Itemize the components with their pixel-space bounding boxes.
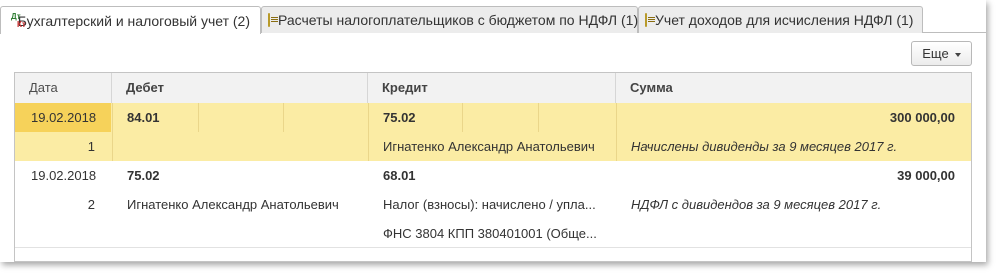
tab-bar: Дт Кт Бухгалтерский и налоговый учет (2)… (0, 0, 986, 34)
tab-accounting[interactable]: Дт Кт Бухгалтерский и налоговый учет (2) (0, 6, 261, 34)
entry-date[interactable]: 19.02.2018 (31, 161, 109, 190)
column-header-debit[interactable]: Дебет (112, 73, 368, 103)
credit-subconto-1[interactable]: Игнатенко Александр Анатольевич (383, 132, 611, 161)
register-doc-icon (268, 13, 278, 27)
register-movements-window: Дт Кт Бухгалтерский и налоговый учет (2)… (0, 0, 986, 262)
register-doc-icon (645, 13, 655, 27)
credit-account[interactable]: 68.01 (383, 161, 461, 190)
entry-line-number[interactable]: 2 (31, 190, 95, 219)
tab-label: Бухгалтерский и налоговый учет (2) (17, 12, 250, 29)
column-header-date[interactable]: Дата (15, 73, 112, 103)
entry-line-number[interactable]: 1 (31, 132, 95, 161)
credit-subconto-1[interactable]: Налог (взносы): начислено / упла... (383, 190, 611, 219)
entry-content[interactable]: НДФЛ с дивидендов за 9 месяцев 2017 г. (631, 190, 961, 219)
entry-content[interactable]: Начислены дивиденды за 9 месяцев 2017 г. (631, 132, 961, 161)
entry-date[interactable]: 19.02.2018 (31, 103, 109, 132)
tab-ndfl-income[interactable]: Учет доходов для исчисления НДФЛ (1) (638, 6, 923, 33)
credit-account[interactable]: 75.02 (383, 103, 461, 132)
debit-account[interactable]: 84.01 (127, 103, 197, 132)
movements-table: Дата Дебет Кредит Сумма 19.02.2018 84.01… (14, 72, 972, 262)
table-header: Дата Дебет Кредит Сумма (15, 73, 971, 104)
column-header-amount[interactable]: Сумма (616, 73, 971, 103)
chevron-down-icon (954, 52, 961, 57)
table-row[interactable]: 19.02.2018 75.02 68.01 39 000,00 2 Игнат… (15, 161, 971, 257)
debit-account[interactable]: 75.02 (127, 161, 197, 190)
more-button[interactable]: Еще (911, 41, 972, 66)
tab-label: Учет доходов для исчисления НДФЛ (1) (655, 12, 914, 28)
column-header-credit[interactable]: Кредит (368, 73, 616, 103)
row-divider (15, 247, 971, 248)
entry-amount[interactable]: 300 000,00 (625, 103, 955, 132)
tab-label: Расчеты налогоплательщиков с бюджетом по… (278, 12, 639, 28)
debit-subconto[interactable]: Игнатенко Александр Анатольевич (127, 190, 363, 219)
table-row[interactable]: 19.02.2018 84.01 75.02 300 000,00 1 Игна… (15, 103, 971, 161)
dt-kt-icon: Дт Кт (11, 11, 26, 29)
credit-subconto-2[interactable]: ФНС 3804 КПП 380401001 (Обще... (383, 219, 611, 248)
tab-ndfl-budget[interactable]: Расчеты налогоплательщиков с бюджетом по… (261, 6, 638, 33)
entry-amount[interactable]: 39 000,00 (625, 161, 955, 190)
more-label: Еще (922, 46, 949, 61)
